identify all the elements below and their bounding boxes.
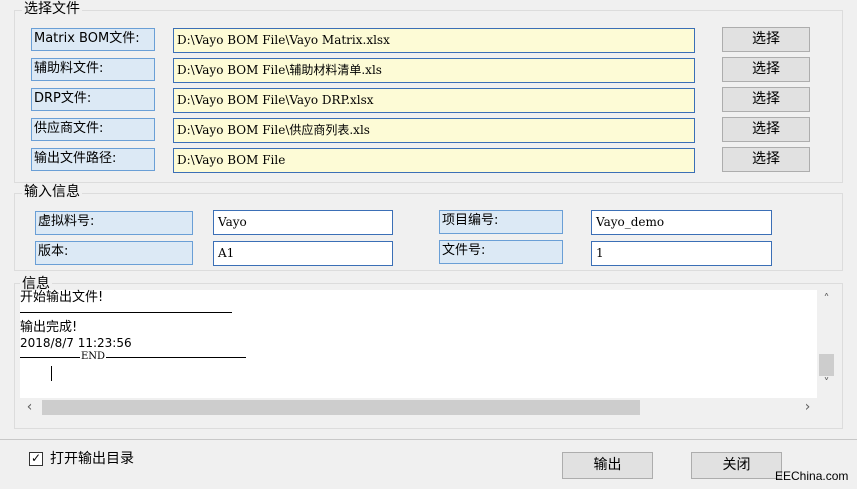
log-end-line-right (106, 357, 246, 358)
log-line-start: 开始输出文件! (20, 290, 104, 305)
scroll-up-icon[interactable]: ˄ (817, 292, 836, 306)
file-no-label: 文件号: (439, 240, 563, 264)
close-button[interactable]: 关闭 (691, 452, 782, 479)
supplier-file-select-button[interactable]: 选择 (722, 117, 810, 142)
output-path-field[interactable]: D:\Vayo BOM File (173, 148, 695, 173)
input-info-group-title: 输入信息 (22, 184, 82, 200)
supplier-file-label: 供应商文件: (31, 118, 155, 141)
version-input[interactable]: A1 (213, 241, 393, 266)
open-output-dir-label[interactable]: 打开输出目录 (50, 450, 134, 468)
log-line-timestamp: 2018/8/7 11:23:56 (20, 336, 132, 350)
matrix-bom-label: Matrix BOM文件: (31, 28, 155, 51)
horizontal-scroll-thumb[interactable] (42, 400, 640, 415)
file-select-group-title: 选择文件 (22, 1, 82, 17)
output-path-label: 输出文件路径: (31, 148, 155, 171)
version-label: 版本: (35, 241, 193, 265)
drp-file-label: DRP文件: (31, 88, 155, 111)
file-no-input[interactable]: 1 (591, 241, 772, 266)
checkmark-icon: ✓ (31, 451, 42, 465)
text-cursor (51, 366, 52, 381)
scroll-down-icon[interactable]: ˅ (817, 376, 836, 390)
drp-file-path-field[interactable]: D:\Vayo BOM File\Vayo DRP.xlsx (173, 88, 695, 113)
drp-file-select-button[interactable]: 选择 (722, 87, 810, 112)
watermark: EEChina.com (775, 469, 849, 483)
open-output-dir-checkbox[interactable]: ✓ (29, 451, 43, 466)
scroll-left-icon[interactable]: ‹ (20, 399, 39, 415)
scroll-right-icon[interactable]: › (798, 399, 817, 415)
supplier-file-path-field[interactable]: D:\Vayo BOM File\供应商列表.xls (173, 118, 695, 143)
aux-material-path-field[interactable]: D:\Vayo BOM File\辅助材料清单.xls (173, 58, 695, 83)
project-no-label: 项目编号: (439, 210, 563, 234)
log-textarea[interactable]: 开始输出文件! 输出完成! 2018/8/7 11:23:56 END (20, 290, 817, 398)
virtual-part-no-input[interactable]: Vayo (213, 210, 393, 235)
matrix-bom-select-button[interactable]: 选择 (722, 27, 810, 52)
log-end-line-left (20, 357, 80, 358)
log-line-end: END (81, 351, 106, 362)
log-separator (20, 312, 232, 313)
virtual-part-no-label: 虚拟料号: (35, 211, 193, 235)
log-horizontal-scrollbar[interactable]: ‹ › (20, 398, 817, 417)
footer-divider (0, 439, 857, 440)
scroll-corner (817, 398, 836, 417)
output-button[interactable]: 输出 (562, 452, 653, 479)
matrix-bom-path-field[interactable]: D:\Vayo BOM File\Vayo Matrix.xlsx (173, 28, 695, 53)
project-no-input[interactable]: Vayo_demo (591, 210, 772, 235)
aux-material-label: 辅助料文件: (31, 58, 155, 81)
vertical-scroll-thumb[interactable] (819, 354, 834, 376)
aux-material-select-button[interactable]: 选择 (722, 57, 810, 82)
output-path-select-button[interactable]: 选择 (722, 147, 810, 172)
log-line-done: 输出完成! (20, 320, 78, 335)
log-vertical-scrollbar[interactable]: ˄ ˅ (817, 290, 836, 398)
